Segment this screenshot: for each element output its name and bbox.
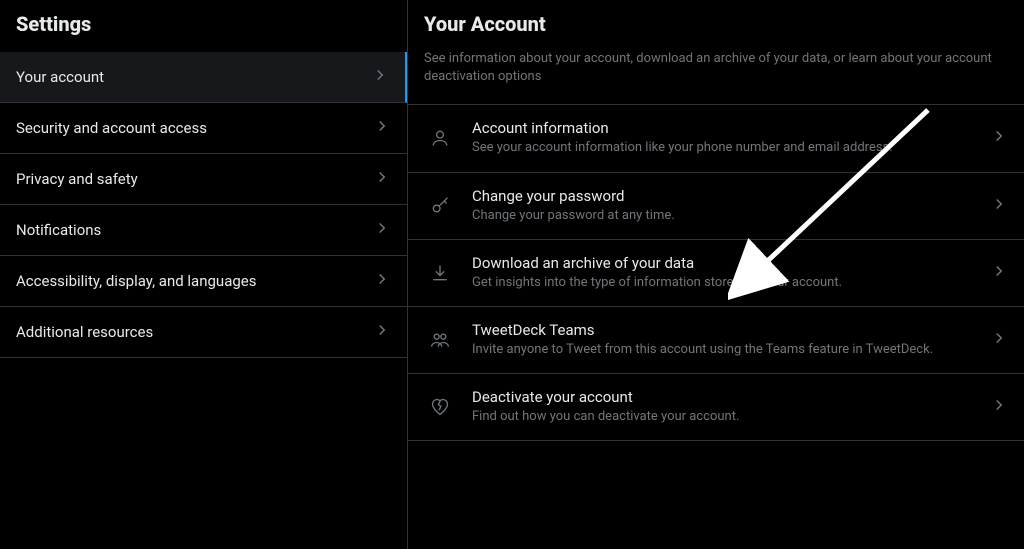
main-panel: Your Account See information about your … xyxy=(408,0,1024,549)
chevron-right-icon xyxy=(990,127,1008,149)
chevron-right-icon xyxy=(990,262,1008,284)
sidebar-item-label: Notifications xyxy=(16,221,101,239)
option-text: Deactivate your account Find out how you… xyxy=(472,388,974,426)
option-sub: Invite anyone to Tweet from this account… xyxy=(472,341,974,359)
option-sub: Find out how you can deactivate your acc… xyxy=(472,408,974,426)
settings-sidebar: Settings Your account Security and accou… xyxy=(0,0,408,549)
chevron-right-icon xyxy=(373,219,391,241)
chevron-right-icon xyxy=(373,117,391,139)
option-download-archive[interactable]: Download an archive of your data Get ins… xyxy=(408,239,1024,306)
chevron-right-icon xyxy=(371,66,389,88)
heartbreak-icon xyxy=(424,397,456,417)
sidebar-item-label: Privacy and safety xyxy=(16,170,138,188)
sidebar-item-label: Your account xyxy=(16,68,104,86)
download-icon xyxy=(424,263,456,283)
sidebar-item-accessibility[interactable]: Accessibility, display, and languages xyxy=(0,256,407,307)
main-header: Your Account xyxy=(408,0,1024,36)
option-text: Download an archive of your data Get ins… xyxy=(472,254,974,292)
sidebar-item-label: Security and account access xyxy=(16,119,207,137)
sidebar-item-label: Additional resources xyxy=(16,323,153,341)
sidebar-item-privacy-safety[interactable]: Privacy and safety xyxy=(0,154,407,205)
chevron-right-icon xyxy=(373,270,391,292)
chevron-right-icon xyxy=(373,168,391,190)
option-sub: See your account information like your p… xyxy=(472,139,974,157)
sidebar-item-security-access[interactable]: Security and account access xyxy=(0,103,407,154)
option-text: TweetDeck Teams Invite anyone to Tweet f… xyxy=(472,321,974,359)
sidebar-item-label: Accessibility, display, and languages xyxy=(16,272,256,290)
option-title: TweetDeck Teams xyxy=(472,321,974,339)
option-title: Change your password xyxy=(472,187,974,205)
user-icon xyxy=(424,128,456,148)
chevron-right-icon xyxy=(990,396,1008,418)
option-deactivate-account[interactable]: Deactivate your account Find out how you… xyxy=(408,373,1024,441)
option-account-information[interactable]: Account information See your account inf… xyxy=(408,104,1024,171)
chevron-right-icon xyxy=(990,329,1008,351)
sidebar-header: Settings xyxy=(0,0,407,52)
option-text: Change your password Change your passwor… xyxy=(472,187,974,225)
option-text: Account information See your account inf… xyxy=(472,119,974,157)
option-change-password[interactable]: Change your password Change your passwor… xyxy=(408,172,1024,239)
option-title: Deactivate your account xyxy=(472,388,974,406)
key-icon xyxy=(424,196,456,216)
option-sub: Get insights into the type of informatio… xyxy=(472,274,974,292)
teams-icon xyxy=(424,330,456,350)
sidebar-item-additional-resources[interactable]: Additional resources xyxy=(0,307,407,358)
main-title: Your Account xyxy=(424,12,1008,36)
chevron-right-icon xyxy=(373,321,391,343)
option-title: Download an archive of your data xyxy=(472,254,974,272)
main-description: See information about your account, down… xyxy=(408,36,1024,104)
option-sub: Change your password at any time. xyxy=(472,207,974,225)
sidebar-title: Settings xyxy=(16,12,391,36)
option-title: Account information xyxy=(472,119,974,137)
sidebar-item-your-account[interactable]: Your account xyxy=(0,52,407,103)
sidebar-item-notifications[interactable]: Notifications xyxy=(0,205,407,256)
chevron-right-icon xyxy=(990,195,1008,217)
option-tweetdeck-teams[interactable]: TweetDeck Teams Invite anyone to Tweet f… xyxy=(408,306,1024,373)
